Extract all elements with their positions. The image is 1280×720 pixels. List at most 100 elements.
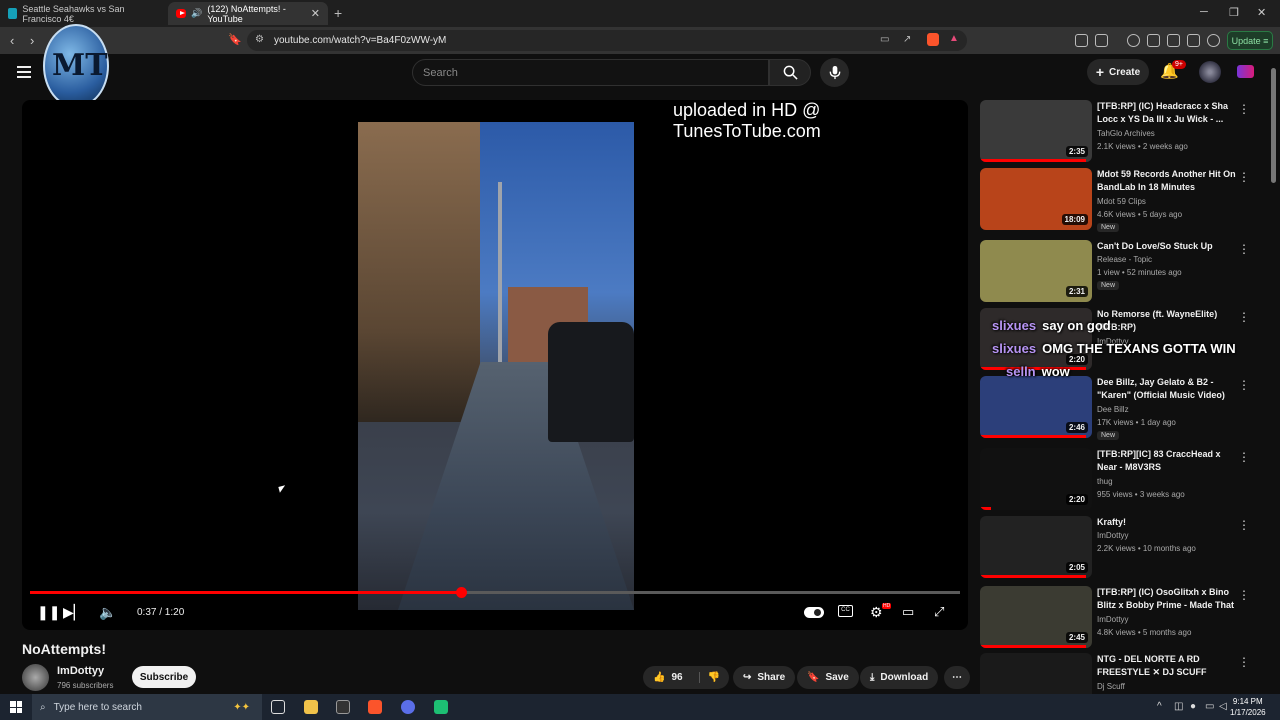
recommendation-title[interactable]: [TFB:RP] (IC) Headcracc x Sha Locc x YS … xyxy=(1097,100,1237,126)
recommendation-channel[interactable]: thug xyxy=(1097,476,1113,488)
more-options-icon[interactable]: ⋮ xyxy=(1238,518,1250,532)
close-tab-icon[interactable]: ✕ xyxy=(311,7,320,20)
share-page-icon[interactable]: ↗ xyxy=(903,34,911,45)
tray-battery-icon[interactable]: ▭ xyxy=(1205,701,1214,712)
tray-network-icon[interactable]: ◫ xyxy=(1174,701,1183,712)
windows-start-icon[interactable] xyxy=(10,701,22,713)
next-button[interactable]: ▶▏ xyxy=(63,604,85,621)
subscribe-button[interactable]: Subscribe xyxy=(132,666,196,688)
more-actions-button[interactable]: ⋯ xyxy=(944,666,970,689)
brave-shield-icon[interactable] xyxy=(927,33,939,46)
tab-search-icon[interactable] xyxy=(1167,34,1180,47)
more-options-icon[interactable]: ⋮ xyxy=(1238,588,1250,602)
progress-bar[interactable] xyxy=(30,587,960,598)
share-button[interactable]: ↪ Share xyxy=(733,666,796,689)
tray-mic-icon[interactable]: ● xyxy=(1190,701,1196,712)
settings-gear-icon[interactable]: ⚙ xyxy=(870,604,883,621)
more-options-icon[interactable]: ⋮ xyxy=(1238,655,1250,669)
recommendation-channel[interactable]: Dee Billz xyxy=(1097,404,1129,416)
back-button[interactable]: ‹ xyxy=(10,33,14,48)
recommendation-title[interactable]: [TFB:RP][IC] 83 CraccHead x Near - M8V3R… xyxy=(1097,448,1237,474)
search-button[interactable] xyxy=(769,59,811,86)
more-options-icon[interactable]: ⋮ xyxy=(1238,378,1250,392)
taskbar-clock[interactable]: 9:14 PM 1/17/2026 xyxy=(1230,696,1266,718)
channel-avatar[interactable] xyxy=(22,664,49,691)
extension-camera-icon[interactable] xyxy=(1237,65,1254,78)
recommendation-title[interactable]: Krafty! xyxy=(1097,516,1237,529)
more-options-icon[interactable]: ⋮ xyxy=(1238,242,1250,256)
brave-rewards-icon[interactable]: ▲ xyxy=(949,33,959,44)
autoplay-toggle[interactable] xyxy=(804,607,824,618)
hamburger-menu-icon[interactable] xyxy=(17,66,31,78)
account-avatar[interactable] xyxy=(1199,61,1221,83)
media-icon[interactable] xyxy=(1127,34,1140,47)
recommendation-channel[interactable]: TahGlo Archives xyxy=(1097,128,1155,140)
leo-icon[interactable] xyxy=(1187,34,1200,47)
file-explorer-icon[interactable] xyxy=(304,700,318,714)
video-thumbnail[interactable]: 18:09 xyxy=(980,168,1092,230)
video-thumbnail[interactable]: 2:20 xyxy=(980,448,1092,510)
like-button[interactable]: 👍 xyxy=(653,672,665,683)
recommendation-channel[interactable]: Release - Topic xyxy=(1097,254,1152,266)
recommendation-title[interactable]: Mdot 59 Records Another Hit On BandLab I… xyxy=(1097,168,1237,194)
brave-browser-icon[interactable] xyxy=(368,700,382,714)
minimize-button[interactable]: ─ xyxy=(1200,6,1208,18)
fullscreen-icon[interactable]: ⤢ xyxy=(934,604,944,620)
wallet-icon[interactable] xyxy=(1095,34,1108,47)
create-button[interactable]: + Create xyxy=(1087,59,1149,85)
taskbar-search-input[interactable]: ⌕ Type here to search ✦✦ xyxy=(32,694,262,720)
voice-search-button[interactable] xyxy=(820,58,849,87)
video-player[interactable]: uploaded in HD @ TunesToTube.com ❚❚ ▶▏ 🔈… xyxy=(22,100,968,630)
pause-button[interactable]: ❚❚ xyxy=(37,604,60,621)
channel-name[interactable]: ImDottyy xyxy=(57,665,104,677)
vpn-icon[interactable] xyxy=(1207,34,1220,47)
dislike-button[interactable]: 👎 xyxy=(698,672,720,683)
more-options-icon[interactable]: ⋮ xyxy=(1238,170,1250,184)
sidebar-icon[interactable] xyxy=(1147,34,1160,47)
restore-button[interactable]: ❐ xyxy=(1229,6,1239,19)
captions-button[interactable]: CC xyxy=(838,605,853,617)
download-button[interactable]: ⤓ Download xyxy=(860,666,939,689)
scrollbar-thumb[interactable] xyxy=(1271,68,1276,183)
progress-scrubber-handle[interactable] xyxy=(455,587,467,598)
video-thumbnail[interactable]: 2:45 xyxy=(980,586,1092,648)
recommendation-channel[interactable]: ImDottyy xyxy=(1097,530,1129,542)
url-field[interactable]: ⚙ youtube.com/watch?v=Ba4F0zWW-yM ▭ ↗ ▲ xyxy=(247,30,967,51)
recommendation-title[interactable]: [TFB:RP] (IC) OsoGlitxh x Bino Blitz x B… xyxy=(1097,586,1237,612)
recommendation-title[interactable]: Dee Billz, Jay Gelato & B2 - "Karen" (Of… xyxy=(1097,376,1237,402)
video-thumbnail[interactable]: 2:46 xyxy=(980,376,1092,438)
tab-youtube[interactable]: 🔊 (122) NoAttempts! - YouTube ✕ xyxy=(168,2,328,25)
video-thumbnail[interactable]: 2:35 xyxy=(980,100,1092,162)
recommendation-title[interactable]: No Remorse (ft. WayneElite) (TFB:RP) xyxy=(1097,308,1237,334)
epic-games-icon[interactable] xyxy=(336,700,350,714)
video-thumbnail[interactable]: 2:05 xyxy=(980,516,1092,578)
bookmark-icon[interactable]: 🔖 xyxy=(228,33,242,46)
recommendation-title[interactable]: NTG - DEL NORTE A RD FREESTYLE ✕ DJ SCUF… xyxy=(1097,653,1237,679)
task-view-icon[interactable] xyxy=(271,700,285,714)
close-window-button[interactable]: ✕ xyxy=(1257,6,1266,19)
recommendation-channel[interactable]: Mdot 59 Clips xyxy=(1097,196,1146,208)
discord-icon[interactable] xyxy=(401,700,415,714)
cast-icon[interactable]: ▭ xyxy=(880,34,889,45)
tray-expand-icon[interactable]: ^ xyxy=(1157,701,1162,712)
more-options-icon[interactable]: ⋮ xyxy=(1238,102,1250,116)
update-button[interactable]: Update ≡ xyxy=(1227,31,1273,50)
tray-volume-icon[interactable]: ◁ xyxy=(1219,701,1227,712)
recommendation-title[interactable]: Can't Do Love/So Stuck Up xyxy=(1097,240,1237,253)
volume-icon[interactable]: 🔈 xyxy=(99,604,116,621)
miniplayer-icon[interactable]: ▭ xyxy=(902,604,914,620)
more-options-icon[interactable]: ⋮ xyxy=(1238,310,1250,324)
save-button[interactable]: 🔖 Save xyxy=(797,666,859,689)
search-input[interactable]: Search xyxy=(412,59,769,86)
extensions-icon[interactable] xyxy=(1075,34,1088,47)
more-options-icon[interactable]: ⋮ xyxy=(1238,450,1250,464)
site-info-icon[interactable]: ⚙ xyxy=(255,34,264,45)
tab-seahawks[interactable]: Seattle Seahawks vs San Francisco 4€ xyxy=(0,2,164,25)
video-thumbnail[interactable]: 2:31 xyxy=(980,240,1092,302)
recommendation-channel[interactable]: ImDottyy xyxy=(1097,614,1129,626)
recommendation-channel[interactable]: Dj Scuff xyxy=(1097,681,1125,693)
page-scrollbar[interactable] xyxy=(1270,60,1277,690)
forward-button[interactable]: › xyxy=(30,33,34,48)
new-tab-button[interactable]: + xyxy=(334,5,342,21)
app-icon[interactable] xyxy=(434,700,448,714)
